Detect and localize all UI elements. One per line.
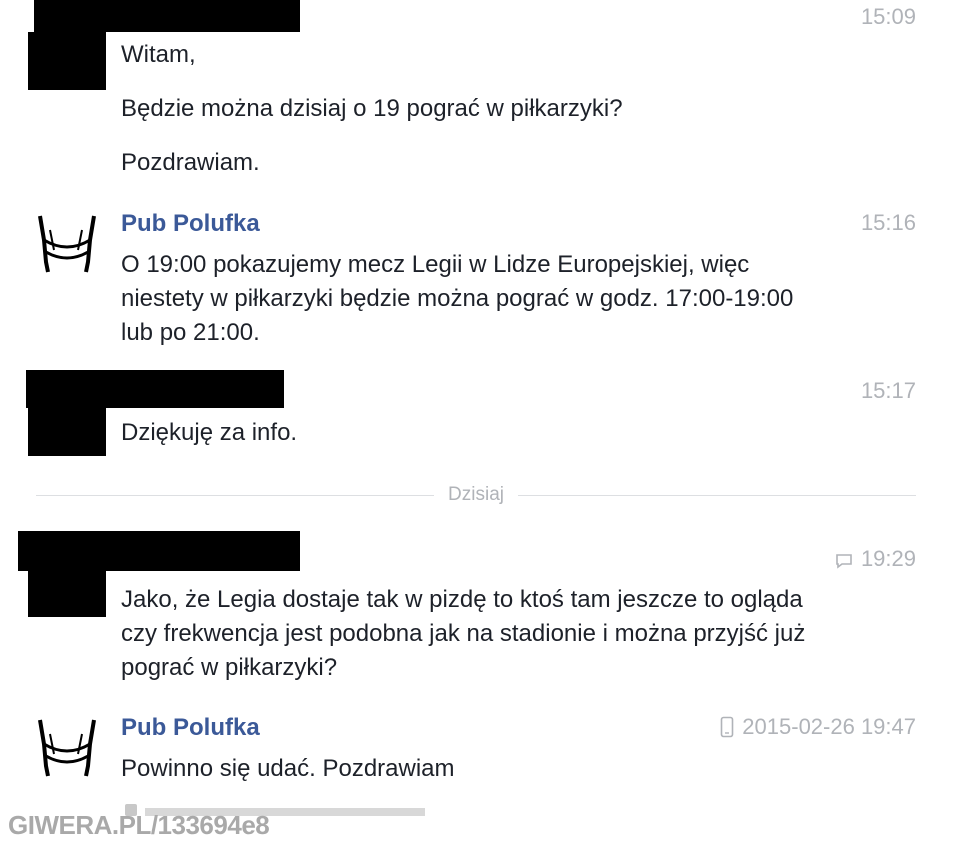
- sender-name[interactable]: Pub Polufka: [121, 210, 260, 238]
- redacted-sender-name: [34, 0, 300, 32]
- message-timestamp: 15:16: [860, 210, 916, 235]
- pub-avatar[interactable]: [36, 714, 98, 778]
- redacted-avatar: [28, 408, 106, 456]
- message-paragraph: Powinno się udać. Pozdrawiam: [121, 755, 455, 782]
- date-divider: Dzisiaj: [36, 484, 917, 505]
- message-timestamp: 15:09: [860, 4, 916, 29]
- sender-name[interactable]: Pub Polufka: [121, 714, 260, 742]
- message-timestamp: 15:17: [860, 378, 916, 403]
- pub-avatar[interactable]: [36, 210, 98, 274]
- message-body: O 19:00 pokazujemy mecz Legii w Lidze Eu…: [121, 248, 821, 350]
- message-paragraph: Będzie można dzisiaj o 19 pograć w piłka…: [121, 95, 623, 122]
- message-body: Witam, Będzie można dzisiaj o 19 pograć …: [121, 38, 821, 180]
- message-paragraph: Dziękuję za info.: [121, 419, 298, 446]
- message-body: Jako, że Legia dostaje tak w pizdę to kt…: [121, 583, 811, 685]
- message-paragraph: Pozdrawiam.: [121, 149, 260, 176]
- message-body: Powinno się udać. Pozdrawiam: [121, 752, 821, 786]
- divider-line: [517, 494, 917, 496]
- redacted-avatar: [28, 571, 106, 617]
- redacted-sender-name: [18, 531, 300, 571]
- watermark: GIWERA.PL/133694e8: [8, 810, 270, 840]
- divider-label: Dzisiaj: [448, 484, 504, 505]
- message-paragraph: Jako, że Legia dostaje tak w pizdę to kt…: [121, 586, 806, 681]
- chat-bubble-icon: [835, 550, 853, 569]
- redacted-sender-name: [26, 370, 284, 408]
- mobile-phone-icon: [720, 716, 734, 738]
- message-paragraph: O 19:00 pokazujemy mecz Legii w Lidze Eu…: [121, 251, 794, 346]
- message-paragraph: Witam,: [121, 41, 196, 68]
- redacted-avatar: [28, 32, 106, 90]
- message-timestamp: 19:29: [835, 546, 916, 572]
- message-body: Dziękuję za info.: [121, 416, 821, 450]
- divider-line: [36, 494, 435, 496]
- message-timestamp: 2015-02-26 19:47: [720, 714, 916, 740]
